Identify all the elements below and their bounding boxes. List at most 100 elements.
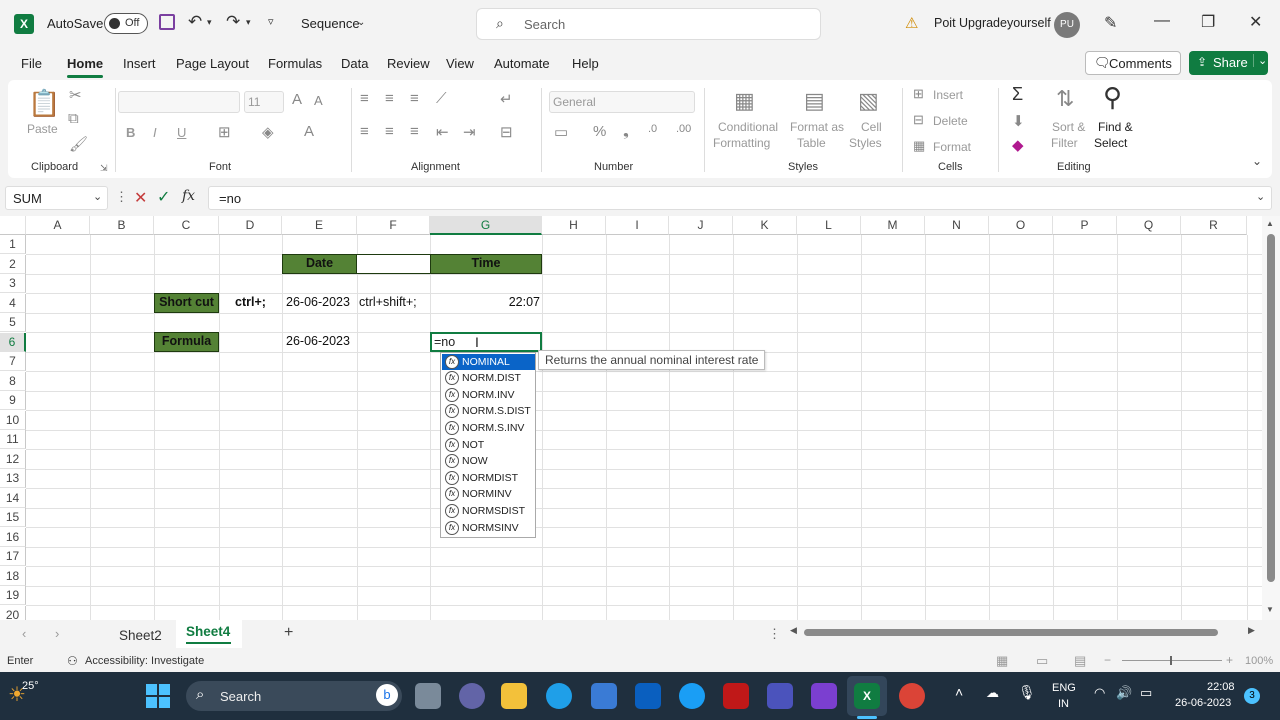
row-header-15[interactable]: 15	[0, 508, 26, 527]
user-name[interactable]: Poit Upgradeyourself	[934, 16, 1051, 30]
cell-styles-label-1[interactable]: Cell	[861, 120, 882, 134]
autosum-icon[interactable]: Σ	[1012, 84, 1023, 105]
format-cells-icon[interactable]: ▦	[913, 138, 925, 154]
expand-formula-bar-icon[interactable]: ⌄	[1256, 190, 1265, 203]
italic-button[interactable]: I	[153, 125, 157, 140]
font-name-dropdown[interactable]	[118, 91, 240, 113]
battery-icon[interactable]: ▭	[1140, 685, 1152, 701]
column-header-r[interactable]: R	[1181, 216, 1247, 235]
tab-file[interactable]: File	[21, 56, 42, 71]
row-header-13[interactable]: 13	[0, 469, 26, 488]
fill-icon[interactable]: ⬇	[1012, 112, 1025, 130]
cell-f4[interactable]: ctrl+shift+;	[359, 293, 417, 312]
spreadsheet-grid[interactable]: A B C D E F G H I J K L M N O P Q R 1 2 …	[0, 216, 1280, 620]
zoom-slider-handle[interactable]	[1170, 656, 1172, 665]
conditional-formatting-label-2[interactable]: Formatting	[713, 136, 770, 150]
insert-cells-icon[interactable]: ⊞	[913, 86, 924, 102]
task-view-icon[interactable]	[415, 683, 441, 709]
sheet-tab-sheet2[interactable]: Sheet2	[119, 628, 162, 643]
cell-f2[interactable]	[356, 254, 431, 274]
column-header-c[interactable]: C	[154, 216, 219, 235]
dialog-launcher-icon[interactable]: ⇲	[100, 163, 108, 174]
help-icon[interactable]	[679, 683, 705, 709]
select-all-corner[interactable]	[0, 216, 26, 235]
column-header-g[interactable]: G	[430, 216, 542, 235]
borders-icon[interactable]: ⊞	[218, 123, 231, 141]
row-header-4[interactable]: 4	[0, 293, 26, 313]
edge-icon[interactable]	[546, 683, 572, 709]
top-align-icon[interactable]: ≡	[360, 90, 369, 107]
page-layout-view-icon[interactable]: ▭	[1036, 653, 1048, 669]
find-select-icon[interactable]: ⚲	[1103, 82, 1122, 113]
cell-styles-icon[interactable]: ▧	[858, 88, 879, 114]
network-warning-icon[interactable]: ☁	[986, 685, 999, 701]
microphone-icon[interactable]: 🎙	[1018, 684, 1036, 701]
column-header-f[interactable]: F	[357, 216, 430, 235]
save-icon[interactable]	[159, 14, 175, 30]
wifi-icon[interactable]: ◠	[1094, 685, 1105, 701]
column-header-j[interactable]: J	[669, 216, 733, 235]
row-header-10[interactable]: 10	[0, 410, 26, 430]
minimize-icon[interactable]: —	[1154, 12, 1170, 30]
font-size-dropdown[interactable]: 11	[244, 91, 284, 113]
clock-date[interactable]: 26-06-2023	[1175, 697, 1231, 709]
row-header-14[interactable]: 14	[0, 488, 26, 508]
weather-temp[interactable]: 25°	[22, 680, 39, 692]
underline-button[interactable]: U	[177, 125, 186, 140]
chevron-down-icon[interactable]: ⌄	[93, 190, 102, 203]
formula-autocomplete-list[interactable]: fx NOMINAL fx NORM.DIST fx NORM.INV fx NORM.…	[440, 352, 536, 538]
accounting-format-icon[interactable]: ▭	[554, 123, 568, 141]
scroll-up-icon[interactable]: ▲	[1266, 219, 1274, 228]
tab-automate[interactable]: Automate	[494, 56, 550, 71]
search-box[interactable]: ⌕ Search	[476, 8, 821, 40]
column-header-q[interactable]: Q	[1117, 216, 1181, 235]
share-button[interactable]: ⇪ Share ⌄	[1189, 51, 1268, 75]
name-box[interactable]: SUM ⌄	[5, 186, 108, 210]
comments-button[interactable]: 🗨 Comments	[1085, 51, 1181, 75]
delete-cells-label[interactable]: Delete	[933, 114, 968, 128]
increase-font-icon[interactable]: A	[292, 91, 302, 108]
zoom-in-icon[interactable]: +	[1226, 653, 1233, 667]
format-painter-icon[interactable]: 🖌	[69, 135, 88, 153]
column-header-k[interactable]: K	[733, 216, 797, 235]
region-indicator[interactable]: IN	[1058, 698, 1069, 710]
font-color-icon[interactable]: A	[304, 123, 314, 140]
format-cells-label[interactable]: Format	[933, 140, 971, 154]
conditional-formatting-icon[interactable]: ▦	[734, 88, 755, 114]
avatar[interactable]: PU	[1054, 12, 1080, 38]
column-header-o[interactable]: O	[989, 216, 1053, 235]
teams-chat-icon[interactable]	[459, 683, 485, 709]
format-as-table-label-2[interactable]: Table	[797, 136, 826, 150]
autocomplete-item[interactable]: fx NORMINV	[442, 486, 535, 503]
notification-badge[interactable]: 3	[1244, 688, 1260, 704]
volume-icon[interactable]: 🔊	[1116, 685, 1132, 701]
mcafee-icon[interactable]	[723, 683, 749, 709]
align-left-icon[interactable]: ≡	[360, 123, 369, 140]
cell-e2[interactable]: Date	[282, 254, 357, 274]
sort-filter-label-1[interactable]: Sort &	[1052, 120, 1085, 134]
cell-e6[interactable]: 26-06-2023	[286, 332, 350, 351]
format-as-table-label-1[interactable]: Format as	[790, 120, 844, 134]
row-header-18[interactable]: 18	[0, 566, 26, 586]
autocomplete-item[interactable]: fx NOW	[442, 453, 535, 470]
comma-style-icon[interactable]: ❟	[623, 123, 629, 140]
normal-view-icon[interactable]: ▦	[996, 653, 1008, 669]
number-format-dropdown[interactable]: General	[549, 91, 695, 113]
cell-c4[interactable]: Short cut	[154, 293, 219, 313]
teams-icon[interactable]	[767, 683, 793, 709]
zoom-out-icon[interactable]: −	[1104, 653, 1111, 667]
bing-icon[interactable]: b	[376, 684, 398, 706]
collapse-ribbon-icon[interactable]: ⌄	[1252, 154, 1262, 168]
tab-help[interactable]: Help	[572, 56, 599, 71]
add-sheet-button[interactable]: +	[284, 624, 293, 642]
scroll-down-icon[interactable]: ▼	[1266, 605, 1274, 614]
row-header-1[interactable]: 1	[0, 235, 26, 254]
column-header-p[interactable]: P	[1053, 216, 1117, 235]
merge-center-icon[interactable]: ⊟	[500, 123, 513, 141]
row-header-19[interactable]: 19	[0, 586, 26, 605]
autocomplete-item[interactable]: fx NORM.S.DIST	[442, 403, 535, 420]
page-break-view-icon[interactable]: ▤	[1074, 653, 1086, 669]
scroll-right-icon[interactable]: ▶	[1248, 625, 1255, 636]
decrease-font-icon[interactable]: A	[314, 93, 323, 108]
chrome-icon[interactable]	[899, 683, 925, 709]
